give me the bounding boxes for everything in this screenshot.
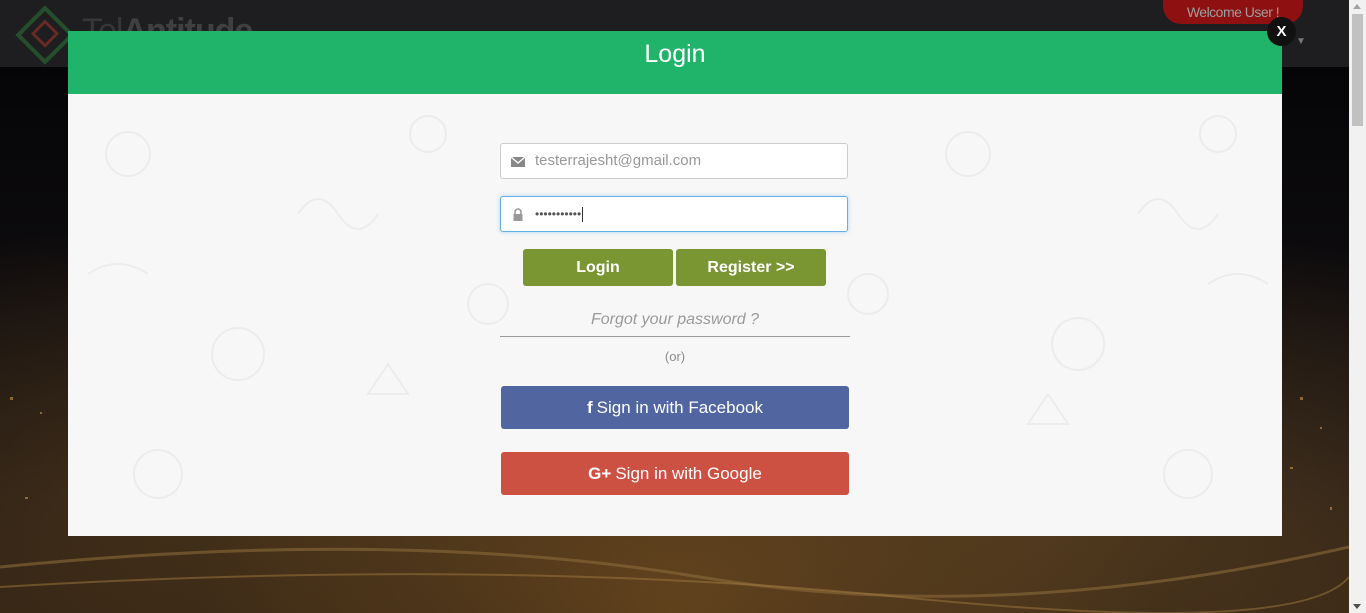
email-field[interactable]: testerrajesht@gmail.com	[500, 143, 848, 179]
modal-header: Login	[68, 31, 1282, 94]
email-value: testerrajesht@gmail.com	[535, 152, 702, 169]
or-divider: (or)	[664, 349, 686, 364]
scroll-thumb[interactable]	[1352, 14, 1363, 126]
lock-icon	[513, 208, 523, 221]
forgot-password-link[interactable]: Forgot your password ?	[500, 308, 850, 337]
google-plus-icon: G+	[588, 464, 612, 483]
register-button[interactable]: Register >>	[676, 249, 826, 286]
modal-title: Login	[644, 40, 706, 68]
facebook-signin-label: Sign in with Facebook	[596, 398, 763, 417]
scroll-up-arrow-icon[interactable]	[1353, 4, 1361, 9]
facebook-icon: f	[587, 398, 593, 417]
login-modal: Login testerrajesht@gmail.com ••••••••••…	[68, 31, 1282, 536]
logo-mark-icon	[15, 5, 75, 65]
password-value: •••••••••••	[535, 207, 584, 223]
envelope-icon	[510, 156, 526, 167]
page-scrollbar[interactable]	[1349, 0, 1366, 613]
close-modal-button[interactable]: X	[1267, 17, 1296, 46]
google-signin-label: Sign in with Google	[615, 464, 762, 483]
chevron-down-icon[interactable]: ▼	[1296, 36, 1306, 47]
facebook-signin-button[interactable]: f Sign in with Facebook	[501, 386, 849, 429]
scroll-down-arrow-icon[interactable]	[1353, 604, 1361, 609]
text-caret	[582, 207, 584, 223]
google-signin-button[interactable]: G+ Sign in with Google	[501, 452, 849, 495]
password-field[interactable]: •••••••••••	[500, 196, 848, 232]
login-button[interactable]: Login	[523, 249, 673, 286]
